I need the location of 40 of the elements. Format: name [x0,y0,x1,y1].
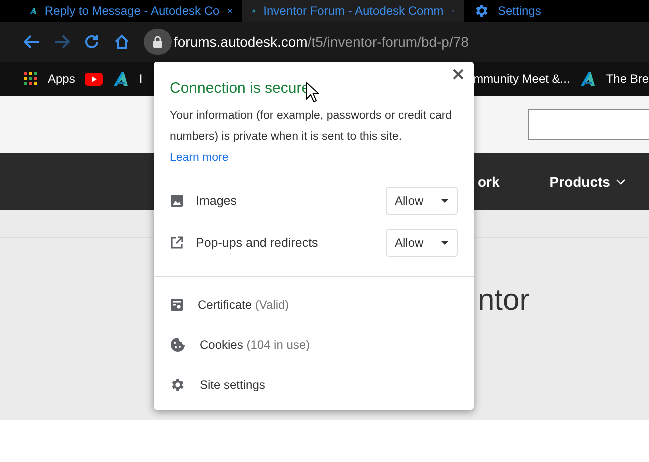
url-host[interactable]: forums.autodesk.com [174,34,308,50]
image-icon [170,194,184,208]
bookmark-label[interactable]: Apps [48,72,76,86]
permission-label: Pop-ups and redirects [196,236,320,250]
settings-icon [170,377,186,393]
caret-icon [441,199,449,203]
bookmark-label[interactable]: I [139,72,143,86]
search-field[interactable] [528,109,649,140]
url-path[interactable]: /t5/inventor-forum/bd-p/78 [308,34,469,50]
site-info-button[interactable] [144,29,172,55]
popup-description: Your information (for example, passwords or credit card numbers) is private when it is sent to this site. [170,109,454,145]
external-link-icon [170,236,184,250]
permission-dropdown[interactable]: Allow [386,187,458,215]
back-arrow-icon[interactable] [24,35,40,49]
learn-more-link[interactable]: Learn more [170,152,229,164]
site-info-item[interactable]: Cookies (104 in use) [200,338,310,352]
site-info-item[interactable]: Certificate (Valid) [198,298,290,312]
home-icon[interactable] [114,34,130,50]
lock-icon [153,36,163,48]
cookie-icon [170,337,186,353]
certificate-icon [170,298,184,312]
permission-dropdown[interactable]: Allow [386,229,458,257]
apps-grid-icon [24,72,38,86]
bookmark-label[interactable]: mmunity Meet &... [474,72,570,86]
autodesk-logo-icon [113,71,130,87]
nav-item[interactable]: ork [478,174,500,190]
site-info-item[interactable]: Site settings [200,378,266,392]
browser-tab[interactable]: Inventor Forum - Autodesk Comm [242,0,464,22]
reload-icon[interactable] [84,34,100,50]
page-heading: ntor [478,284,530,317]
mouse-cursor-icon [306,82,319,103]
caret-icon [616,178,626,184]
gear-icon [474,3,490,19]
play-button-icon[interactable] [85,72,104,86]
bookmark-label[interactable]: The Bre [606,72,649,86]
permission-label: Images [196,194,238,208]
autodesk-logo-icon [580,71,596,87]
nav-item[interactable]: Products [550,174,626,190]
caret-icon [441,241,449,245]
close-icon[interactable] [228,6,232,16]
